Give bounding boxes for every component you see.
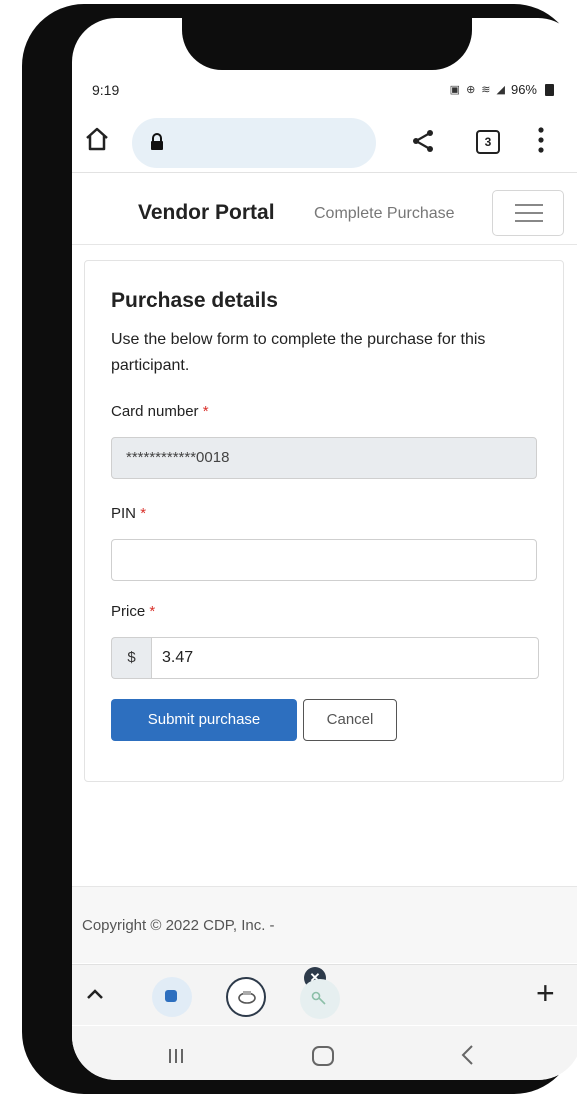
site-favicon-icon <box>238 991 256 1004</box>
status-icons: ▣ ⊕ ≋ ◢ 96% <box>450 82 554 97</box>
brand-link[interactable]: Vendor Portal <box>138 201 275 225</box>
more-options-icon[interactable] <box>536 126 546 154</box>
purchase-card: Purchase details Use the below form to c… <box>84 260 564 782</box>
tab-group-item[interactable] <box>152 977 192 1017</box>
required-mark: * <box>149 603 156 620</box>
tab-group-item[interactable] <box>300 979 340 1019</box>
tab-group-item-active[interactable] <box>226 977 266 1017</box>
signal-icon: ◢ <box>496 84 505 96</box>
site-navbar: Vendor Portal Complete Purchase <box>72 174 577 245</box>
site-favicon-icon <box>165 990 177 1002</box>
price-label: Price * <box>111 603 155 620</box>
card-number-label-text: Card number <box>111 403 199 420</box>
system-navigation-bar <box>72 1026 577 1080</box>
status-time: 9:19 <box>92 82 120 98</box>
phone-screen: 9:19 ▣ ⊕ ≋ ◢ 96% 3 Vendor Portal Complet… <box>72 18 577 1080</box>
home-button-icon[interactable] <box>312 1046 334 1066</box>
nav-link-complete-purchase[interactable]: Complete Purchase <box>314 205 455 223</box>
hamburger-line <box>515 212 543 214</box>
hamburger-line <box>515 220 543 222</box>
wifi-icon: ≋ <box>481 84 491 96</box>
status-bar: 9:19 ▣ ⊕ ≋ ◢ 96% <box>72 78 577 104</box>
tab-switcher-button[interactable]: 3 <box>476 130 500 154</box>
card-title: Purchase details <box>111 289 278 312</box>
battery-level: 96% <box>510 82 537 97</box>
pin-input[interactable] <box>111 539 537 581</box>
price-input-group: $ 3.47 <box>111 637 539 679</box>
card-description: Use the below form to complete the purch… <box>111 331 486 374</box>
copyright-text: Copyright © 2022 CDP, Inc. - <box>82 917 275 934</box>
recent-apps-icon[interactable] <box>168 1048 184 1064</box>
battery-icon <box>545 83 554 96</box>
browser-bottom-bar: ✕ + <box>72 964 577 1025</box>
vpn-icon: ⊕ <box>466 84 476 96</box>
submit-purchase-button[interactable]: Submit purchase <box>111 699 297 741</box>
new-tab-icon[interactable]: + <box>536 975 555 1011</box>
required-mark: * <box>140 505 147 522</box>
hamburger-line <box>515 204 543 206</box>
page-footer: Copyright © 2022 CDP, Inc. - <box>72 886 577 963</box>
home-icon[interactable] <box>84 126 110 152</box>
pin-label: PIN * <box>111 505 146 522</box>
cancel-button[interactable]: Cancel <box>303 699 397 741</box>
price-label-text: Price <box>111 603 146 620</box>
card-number-input: ************0018 <box>111 437 537 479</box>
required-mark: * <box>202 403 209 420</box>
phone-frame: 9:19 ▣ ⊕ ≋ ◢ 96% 3 Vendor Portal Complet… <box>22 4 577 1094</box>
key-icon <box>311 991 326 1005</box>
menu-toggle-button[interactable] <box>492 190 564 236</box>
camera-notch <box>182 18 472 70</box>
share-icon[interactable] <box>410 128 436 154</box>
browser-toolbar: 3 <box>72 110 577 173</box>
chevron-up-icon[interactable] <box>86 987 104 1001</box>
address-bar[interactable] <box>132 118 376 168</box>
notification-icon: ▣ <box>449 84 461 96</box>
lock-icon <box>151 133 163 150</box>
price-input[interactable]: 3.47 <box>151 637 539 679</box>
card-number-label: Card number * <box>111 403 209 420</box>
pin-label-text: PIN <box>111 505 137 522</box>
currency-addon: $ <box>111 637 151 679</box>
back-icon[interactable] <box>460 1044 474 1066</box>
